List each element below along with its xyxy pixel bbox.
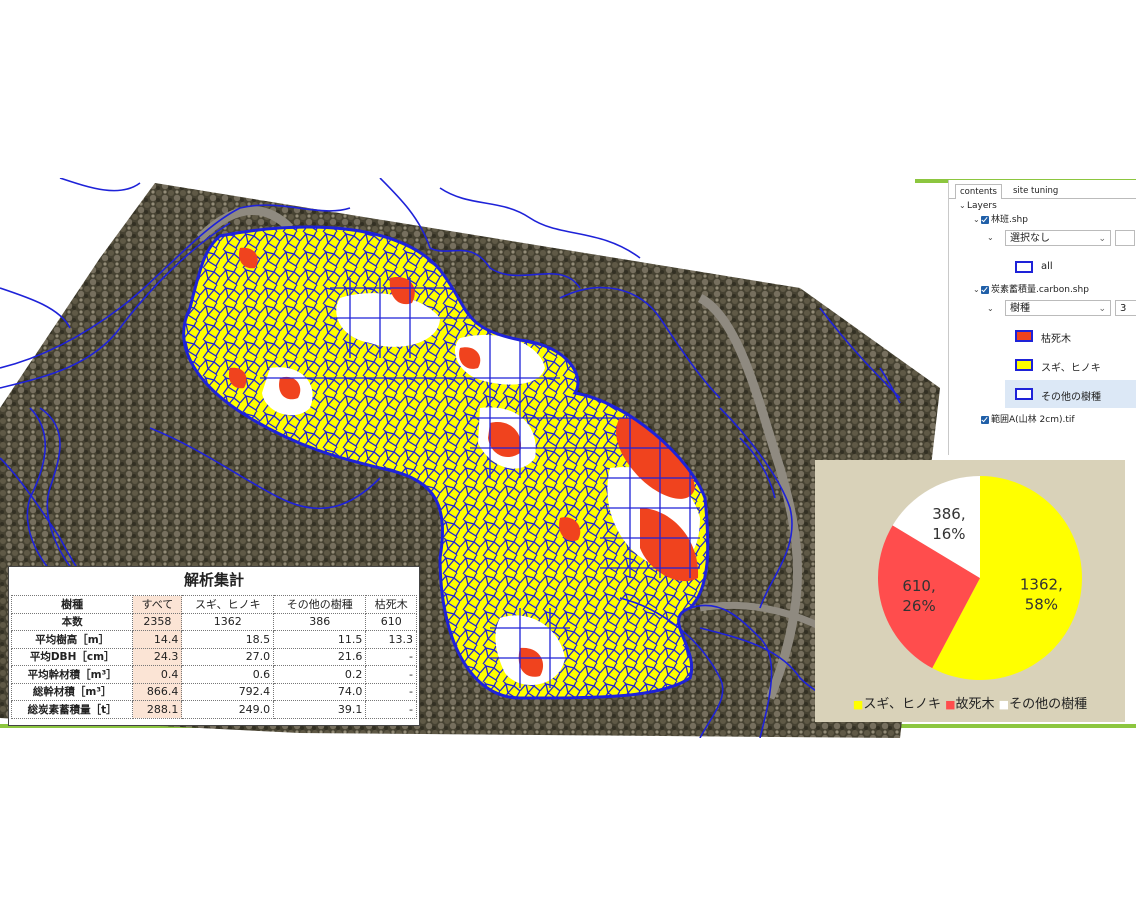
table-header: スギ、ヒノキ bbox=[181, 595, 275, 614]
legend-label-dead: 枯死木 bbox=[1041, 334, 1071, 345]
layer-orthophoto[interactable]: 範囲A(山林 2cm).tif bbox=[981, 412, 1075, 425]
pie-data-label: 16% bbox=[932, 525, 965, 543]
table-header: 樹種 bbox=[10, 595, 134, 614]
chevron-down-icon[interactable]: ⌄ bbox=[987, 233, 995, 242]
table-cell: 1362 bbox=[181, 612, 275, 631]
legend-marker-sugi: ■ bbox=[852, 698, 864, 711]
pie-data-label: 1362, bbox=[1020, 575, 1063, 593]
layer2-style-select[interactable]: 樹種 ⌄ bbox=[1005, 300, 1111, 316]
pie-data-label: 26% bbox=[902, 597, 935, 615]
legend-label-all: all bbox=[1041, 261, 1053, 272]
layer1-count-input[interactable] bbox=[1115, 230, 1135, 246]
row-label: 平均幹材積［m³］ bbox=[10, 665, 134, 684]
summary-table: 樹種 すべて スギ、ヒノキ その他の樹種 枯死木 本数 2358 1362 38… bbox=[10, 595, 417, 719]
row-label: 総炭素蓄積量［t］ bbox=[10, 700, 134, 719]
layer-visibility-checkbox[interactable] bbox=[981, 285, 989, 294]
layers-root-label: Layers bbox=[967, 201, 997, 211]
table-cell: 18.5 bbox=[181, 630, 275, 649]
table-header: 枯死木 bbox=[365, 595, 417, 614]
pie-data-label: 610, bbox=[902, 577, 935, 595]
table-cell: - bbox=[365, 665, 417, 684]
table-header-row: 樹種 すべて スギ、ヒノキ その他の樹種 枯死木 bbox=[10, 595, 417, 614]
layer-name: 範囲A(山林 2cm).tif bbox=[991, 415, 1075, 425]
table-cell: 288.1 bbox=[132, 700, 183, 719]
table-cell: 866.4 bbox=[132, 682, 183, 701]
row-label: 平均DBH［cm］ bbox=[10, 647, 134, 666]
table-row: 平均幹材積［m³］ 0.4 0.6 0.2 - bbox=[10, 665, 417, 684]
analysis-summary: 解析集計 樹種 すべて スギ、ヒノキ その他の樹種 枯死木 本数 2358 13… bbox=[8, 566, 420, 726]
tab-site-tuning[interactable]: site tuning bbox=[1009, 184, 1062, 198]
table-cell: 386 bbox=[273, 612, 367, 631]
pie-legend: ■スギ、ヒノキ ■故死木 ■その他の樹種 bbox=[815, 693, 1125, 712]
layer-name: 炭素蓄積量.carbon.shp bbox=[991, 285, 1089, 295]
table-cell: 13.3 bbox=[365, 630, 417, 649]
table-cell: 74.0 bbox=[273, 682, 367, 701]
table-row: 本数 2358 1362 386 610 bbox=[10, 612, 417, 631]
legend-label: 故死木 bbox=[955, 697, 995, 712]
chevron-down-icon[interactable]: ⌄ bbox=[973, 215, 981, 224]
table-cell: 792.4 bbox=[181, 682, 275, 701]
select-value: 選択なし bbox=[1010, 233, 1050, 244]
chevron-down-icon: ⌄ bbox=[1098, 234, 1106, 244]
table-row: 総幹材積［m³］ 866.4 792.4 74.0 - bbox=[10, 682, 417, 701]
layer-rinpan[interactable]: ⌄ 林班.shp bbox=[973, 212, 1028, 225]
table-cell: 27.0 bbox=[181, 647, 275, 666]
legend-swatch-dead bbox=[1015, 330, 1033, 342]
species-pie-chart: 1362, 58% 610, 26% 386, 16% ■スギ、ヒノキ ■故死木 ■その他… bbox=[815, 460, 1125, 722]
chevron-down-icon: ⌄ bbox=[1098, 304, 1106, 314]
table-cell: 0.4 bbox=[132, 665, 183, 684]
row-label: 総幹材積［m³］ bbox=[10, 682, 134, 701]
layer-carbon[interactable]: ⌄ 炭素蓄積量.carbon.shp bbox=[973, 282, 1089, 295]
table-cell: - bbox=[365, 647, 417, 666]
select-value: 樹種 bbox=[1010, 303, 1030, 314]
tab-contents[interactable]: contents bbox=[955, 184, 1002, 199]
chevron-down-icon[interactable]: ⌄ bbox=[973, 285, 981, 294]
legend-marker-dead: ■ bbox=[945, 698, 956, 711]
table-cell: 0.2 bbox=[273, 665, 367, 684]
table-cell: 21.6 bbox=[273, 647, 367, 666]
table-cell: 39.1 bbox=[273, 700, 367, 719]
pie-data-label: 58% bbox=[1025, 595, 1058, 613]
legend-label: スギ、ヒノキ bbox=[863, 697, 941, 712]
panel-tabs: contents site tuning bbox=[949, 182, 1136, 199]
table-header: すべて bbox=[132, 595, 183, 614]
table-cell: 249.0 bbox=[181, 700, 275, 719]
table-cell: 0.6 bbox=[181, 665, 275, 684]
table-row: 平均DBH［cm］ 24.3 27.0 21.6 - bbox=[10, 647, 417, 666]
table-cell: 24.3 bbox=[132, 647, 183, 666]
table-cell: 2358 bbox=[132, 612, 183, 631]
legend-marker-other: ■ bbox=[998, 698, 1010, 711]
pie-data-label: 386, bbox=[932, 505, 965, 523]
table-cell: - bbox=[365, 682, 417, 701]
chevron-down-icon[interactable]: ⌄ bbox=[987, 304, 995, 313]
class-count-value: 3 bbox=[1120, 303, 1127, 314]
legend-label-sugi: スギ、ヒノキ bbox=[1041, 363, 1101, 374]
legend-label: その他の樹種 bbox=[1009, 697, 1088, 712]
legend-swatch-sugi bbox=[1015, 359, 1033, 371]
table-row: 総炭素蓄積量［t］ 288.1 249.0 39.1 - bbox=[10, 700, 417, 719]
pie-chart-plot: 1362, 58% 610, 26% 386, 16% bbox=[878, 476, 1082, 680]
table-header: その他の樹種 bbox=[273, 595, 367, 614]
table-cell: 11.5 bbox=[273, 630, 367, 649]
legend-swatch-all bbox=[1015, 261, 1033, 273]
layer-name: 林班.shp bbox=[991, 215, 1028, 225]
table-cell: - bbox=[365, 700, 417, 719]
summary-title: 解析集計 bbox=[183, 571, 244, 589]
layer2-class-count-input[interactable]: 3 bbox=[1115, 300, 1136, 316]
chevron-down-icon[interactable]: ⌄ bbox=[959, 201, 967, 210]
legend-label-other: その他の樹種 bbox=[1041, 392, 1101, 403]
layers-root[interactable]: ⌄Layers bbox=[959, 201, 997, 211]
layer-visibility-checkbox[interactable] bbox=[981, 415, 989, 424]
row-label: 本数 bbox=[10, 612, 134, 631]
legend-swatch-other bbox=[1015, 388, 1033, 400]
layer-visibility-checkbox[interactable] bbox=[981, 215, 989, 224]
layer1-style-select[interactable]: 選択なし ⌄ bbox=[1005, 230, 1111, 246]
table-cell: 14.4 bbox=[132, 630, 183, 649]
table-cell: 610 bbox=[365, 612, 417, 631]
layers-panel: contents site tuning ⌄Layers ⌄ 林班.shp ⌄ 選… bbox=[948, 180, 1136, 455]
row-label: 平均樹高［m］ bbox=[10, 630, 134, 649]
table-row: 平均樹高［m］ 14.4 18.5 11.5 13.3 bbox=[10, 630, 417, 649]
